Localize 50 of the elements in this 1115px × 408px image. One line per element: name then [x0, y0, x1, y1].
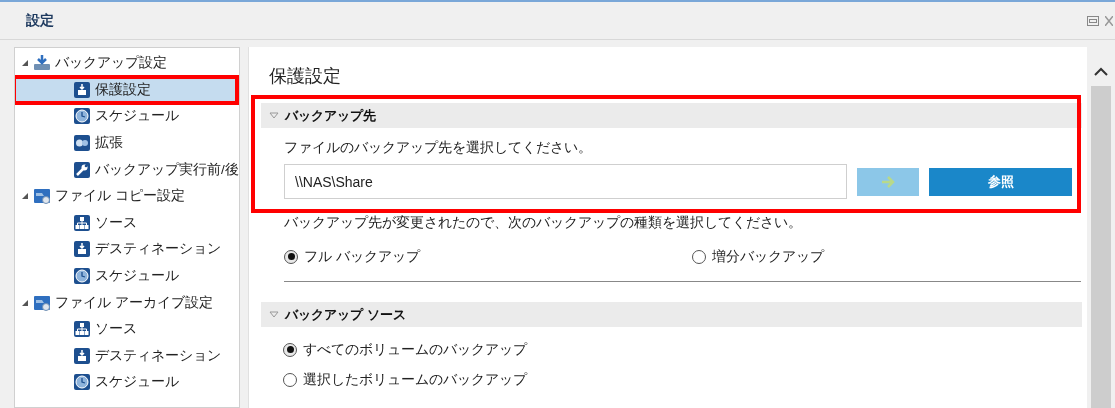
clock-icon [73, 373, 91, 392]
wrench-icon [73, 160, 91, 179]
clock-icon [73, 267, 91, 286]
tree-item[interactable]: スケジュール [15, 103, 239, 130]
folder-gear-icon [33, 187, 51, 206]
arrow-icon [881, 175, 895, 188]
collapse-icon[interactable] [21, 192, 29, 201]
scrollbar[interactable] [1087, 47, 1115, 408]
tree-item[interactable]: スケジュール [15, 262, 239, 290]
tree-item[interactable]: 拡張 [15, 129, 239, 157]
window-title: 設定 [26, 11, 54, 30]
radio-button[interactable] [283, 372, 297, 387]
section-header[interactable]: バックアップ先 [261, 103, 1082, 128]
clock-icon [73, 107, 91, 126]
tree-item[interactable]: デスティネーション [15, 342, 239, 370]
tree-item[interactable]: デスティネーション [15, 236, 239, 263]
network-icon [73, 320, 91, 339]
scroll-up-icon[interactable] [1094, 67, 1108, 76]
tree-item[interactable]: バックアップ設定 [15, 50, 239, 77]
drive-icon [73, 346, 91, 365]
radio-label[interactable]: すべてのボリュームのバックアップ [303, 339, 527, 360]
radio-button[interactable] [284, 249, 298, 264]
tray-icon [33, 54, 51, 73]
page-heading: 保護設定 [268, 65, 342, 88]
section-header[interactable]: バックアップ ソース [261, 302, 1082, 327]
browse-button[interactable]: 参照 [929, 167, 1072, 196]
drive-icon [73, 80, 91, 99]
folder-gear-icon [33, 293, 51, 312]
tree-item[interactable]: 保護設定 [15, 76, 239, 104]
radio-label[interactable]: 増分バックアップ [712, 246, 824, 267]
notice-text: バックアップ先が変更されたので、次のバックアップの種類を選択してください。 [283, 213, 803, 232]
collapse-icon[interactable] [21, 59, 29, 68]
tree-item[interactable]: ファイル アーカイブ設定 [15, 289, 239, 316]
tree-item[interactable]: ソース [15, 315, 239, 343]
drive-icon [73, 240, 91, 259]
radio-label[interactable]: フル バックアップ [304, 246, 420, 267]
network-icon [73, 213, 91, 232]
gears-icon [73, 134, 91, 153]
tree-item[interactable]: スケジュール [15, 369, 239, 396]
restore-icon[interactable] [1087, 15, 1099, 26]
path-field[interactable]: \\NAS\Share [284, 164, 847, 199]
radio-label[interactable]: 選択したボリュームのバックアップ [303, 369, 527, 390]
tree-item[interactable]: ファイル コピー設定 [15, 182, 239, 210]
tree-item[interactable]: バックアップ実行前/後 [15, 156, 239, 183]
collapse-icon[interactable] [21, 298, 29, 307]
tree-item[interactable]: ソース [15, 209, 239, 237]
radio-button[interactable] [283, 342, 297, 357]
prompt-text: ファイルのバックアップ先を選択してください。 [284, 138, 593, 157]
radio-button[interactable] [692, 249, 706, 264]
scrollbar-thumb[interactable] [1091, 86, 1111, 408]
